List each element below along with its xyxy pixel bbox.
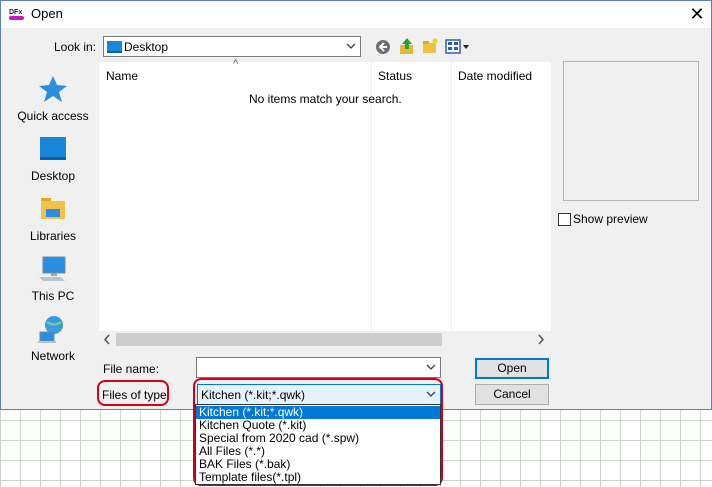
preview-pane bbox=[563, 61, 699, 201]
open-dialog: DFx Open ✕ Look in: Desktop Quick access… bbox=[0, 0, 712, 410]
title-bar: DFx Open ✕ bbox=[1, 1, 711, 28]
cancel-button[interactable]: Cancel bbox=[475, 384, 549, 405]
up-folder-icon[interactable] bbox=[399, 37, 415, 55]
chevron-down-icon bbox=[346, 43, 356, 49]
place-label: Network bbox=[30, 349, 75, 363]
star-icon bbox=[39, 76, 67, 102]
look-in-label: Look in: bbox=[54, 40, 97, 54]
empty-message: No items match your search. bbox=[249, 92, 402, 106]
show-preview-checkbox[interactable] bbox=[558, 213, 571, 226]
annotation-ring-label bbox=[97, 380, 169, 406]
column-header-status[interactable]: Status bbox=[378, 69, 412, 83]
desktop-icon bbox=[40, 137, 66, 160]
place-label: This PC bbox=[31, 289, 75, 303]
look-in-dropdown[interactable]: Desktop bbox=[103, 36, 361, 57]
chevron-down-icon[interactable] bbox=[426, 360, 436, 374]
network-icon bbox=[38, 316, 63, 343]
column-header-date-modified[interactable]: Date modified bbox=[458, 69, 532, 83]
window-title: Open bbox=[31, 6, 63, 21]
file-name-input[interactable] bbox=[196, 357, 441, 378]
libraries-icon bbox=[41, 198, 65, 219]
scrollbar-thumb[interactable] bbox=[116, 333, 442, 346]
close-icon[interactable]: ✕ bbox=[683, 2, 711, 26]
svg-text:DFx: DFx bbox=[9, 9, 22, 16]
new-folder-icon[interactable] bbox=[422, 38, 438, 54]
place-label: Desktop bbox=[30, 169, 76, 183]
sort-ascending-icon: ^ bbox=[233, 58, 239, 70]
files-of-type-options: Kitchen (*.kit;*.qwk) Kitchen Quote (*.k… bbox=[195, 404, 441, 485]
dfx-app-icon: DFx bbox=[9, 9, 24, 20]
show-preview-label[interactable]: Show preview bbox=[573, 212, 648, 226]
look-in-value: Desktop bbox=[124, 40, 169, 54]
scroll-left-icon[interactable] bbox=[103, 334, 111, 345]
option-item[interactable]: Template files(*.tpl) bbox=[196, 471, 440, 484]
horizontal-scrollbar[interactable] bbox=[99, 331, 551, 348]
column-header-name[interactable]: Name bbox=[106, 69, 138, 83]
view-menu-icon[interactable] bbox=[445, 39, 471, 55]
file-list[interactable]: Name ^ Status Date modified No items mat… bbox=[99, 58, 551, 348]
computer-icon bbox=[39, 256, 66, 281]
scroll-right-icon[interactable] bbox=[537, 334, 545, 345]
desktop-icon bbox=[107, 41, 122, 53]
open-button[interactable]: Open bbox=[475, 358, 549, 379]
file-name-label: File name: bbox=[103, 362, 160, 376]
back-icon[interactable] bbox=[375, 39, 391, 55]
place-label: Quick access bbox=[17, 109, 89, 123]
places-bar: Quick access Desktop Libraries This PC N… bbox=[8, 61, 98, 376]
column-divider bbox=[451, 62, 452, 330]
place-label: Libraries bbox=[29, 229, 77, 243]
